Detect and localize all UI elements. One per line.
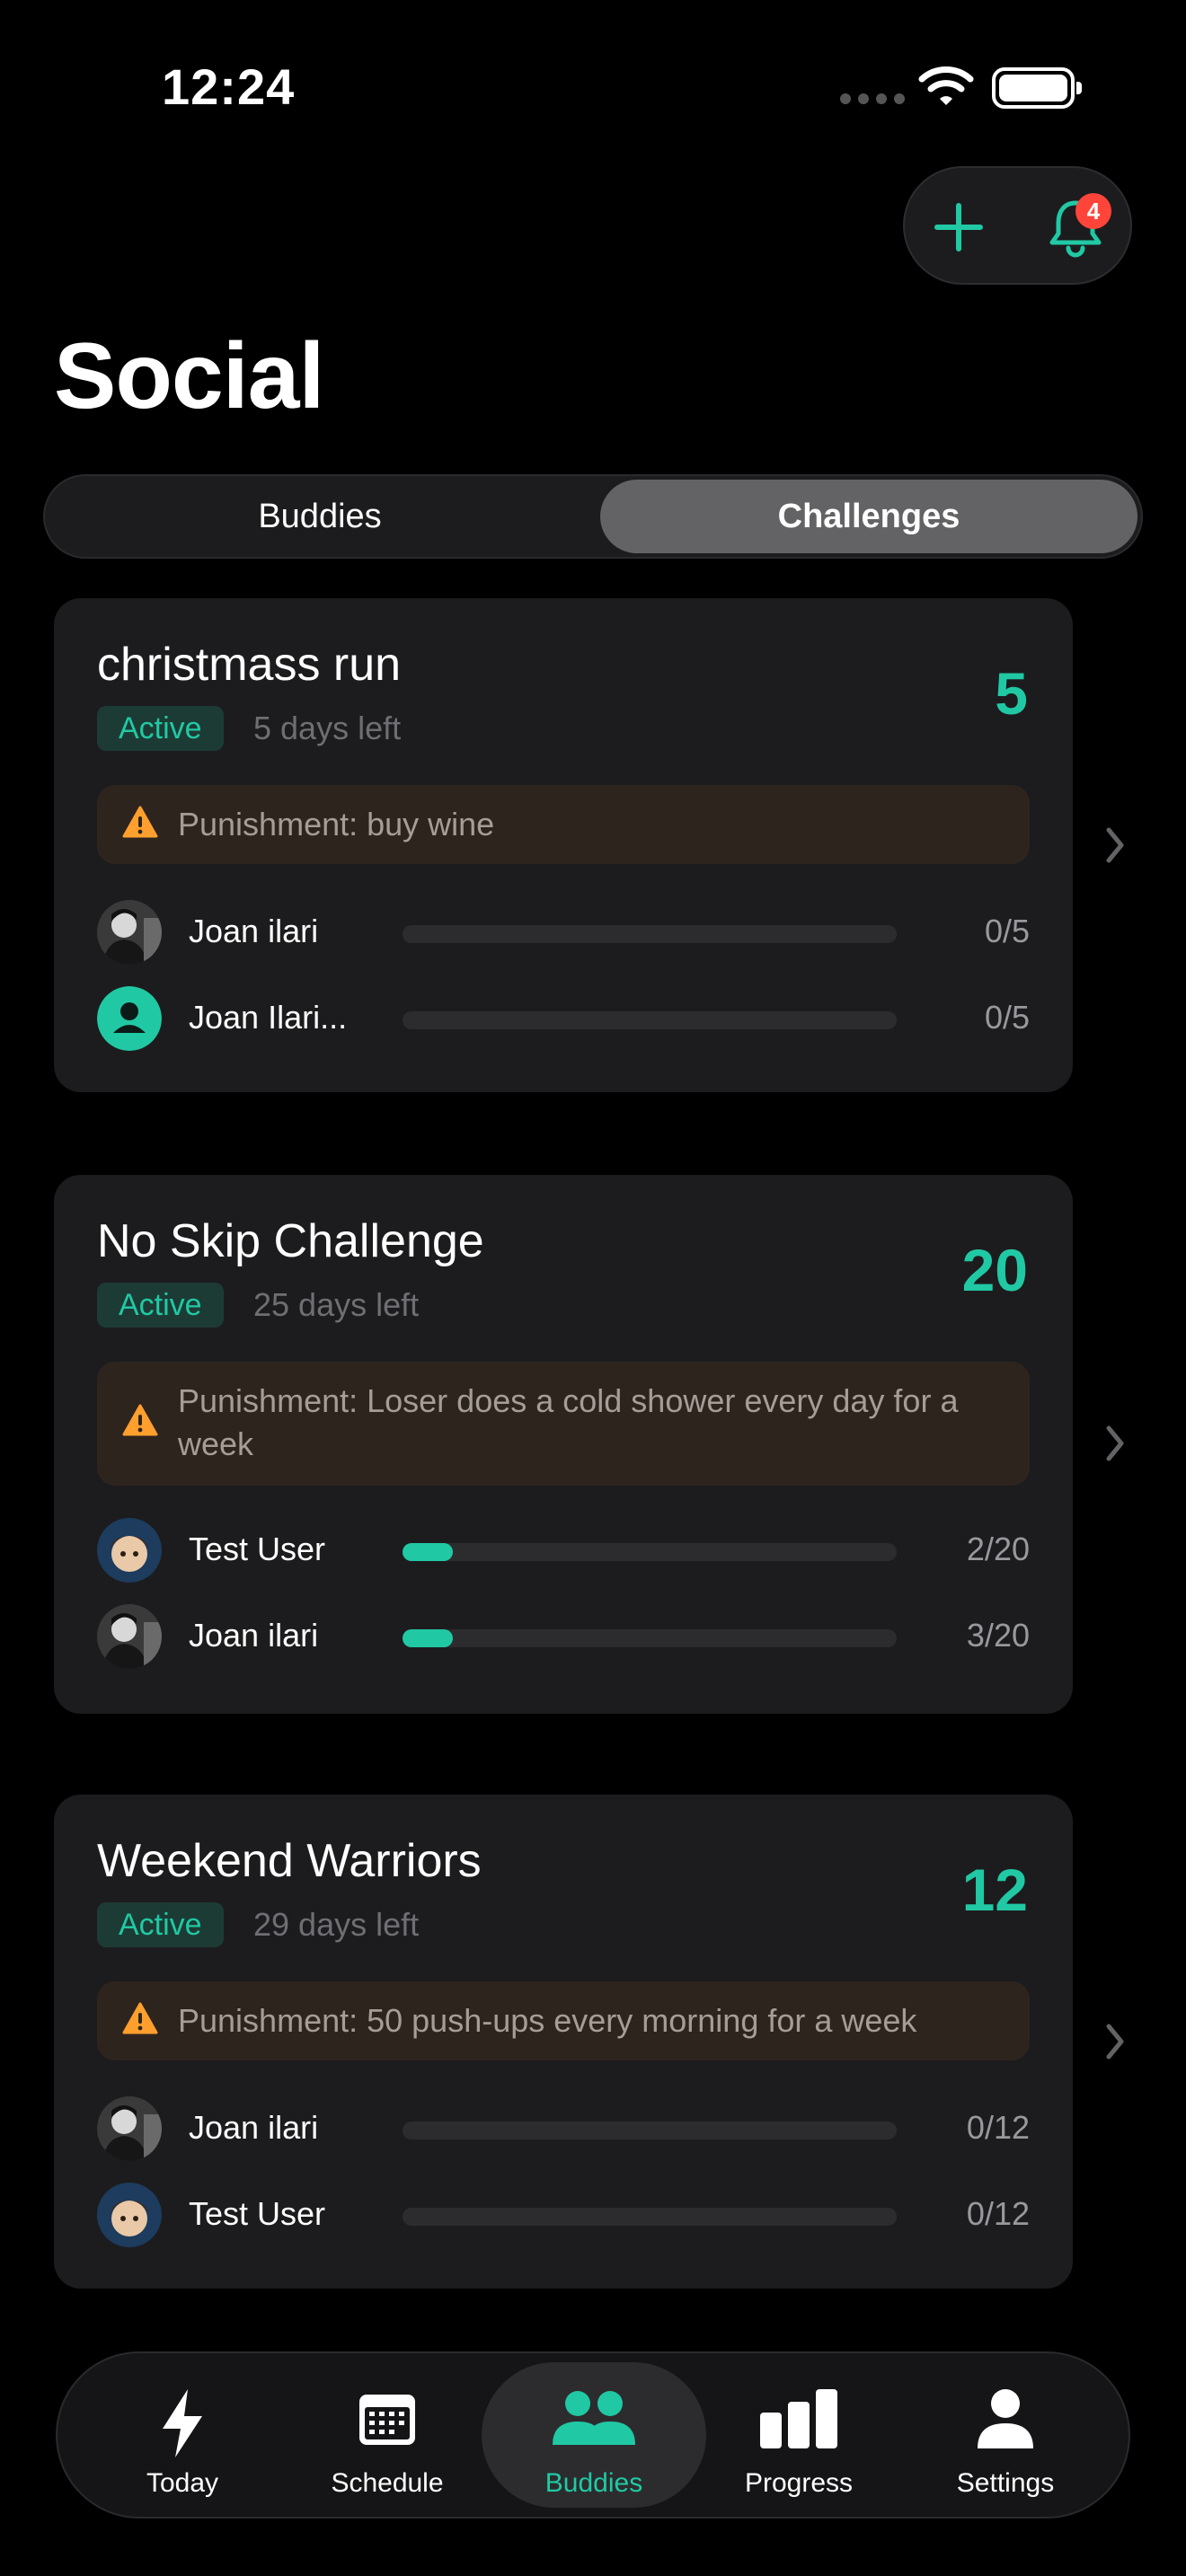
- battery-icon: [992, 67, 1082, 109]
- notifications-button[interactable]: 4: [1040, 191, 1111, 263]
- challenge-target: 5: [995, 660, 1028, 727]
- tab-label: Settings: [956, 2468, 1055, 2498]
- member-row: Joan ilari 0/5: [97, 900, 1030, 965]
- chevron-right-icon[interactable]: [1102, 1421, 1128, 1466]
- add-challenge-button[interactable]: [923, 191, 995, 263]
- progress-track: [403, 1543, 897, 1561]
- tab-buddies[interactable]: Buddies: [482, 2362, 706, 2508]
- tab-buddies[interactable]: Buddies: [50, 480, 589, 553]
- warning-icon: [122, 2002, 158, 2034]
- tab-label: Schedule: [331, 2468, 444, 2498]
- progress-text: 0/5: [984, 913, 1030, 949]
- member-row: Test User 0/12: [97, 2183, 1030, 2247]
- tab-label: Progress: [744, 2468, 854, 2498]
- member-row: Joan Ilari... 0/5: [97, 986, 1030, 1051]
- tab-settings[interactable]: Settings: [893, 2362, 1118, 2508]
- progress-text: 0/12: [966, 2109, 1030, 2146]
- segmented-control: Buddies Challenges: [43, 474, 1143, 559]
- tab-challenges[interactable]: Challenges: [600, 480, 1137, 553]
- avatar: [97, 2096, 162, 2161]
- punishment-text: Punishment: buy wine: [178, 806, 495, 842]
- chevron-right-icon[interactable]: [1102, 823, 1128, 868]
- status-badge: Active: [97, 1902, 224, 1947]
- progress-track: [403, 2122, 897, 2139]
- punishment-text: Punishment: 50 push-ups every morning fo…: [178, 2002, 917, 2039]
- notification-badge: 4: [1075, 193, 1111, 229]
- member-name: Joan ilari: [189, 1617, 319, 1654]
- punishment-text: Punishment: Loser does a cold shower eve…: [178, 1382, 959, 1462]
- tab-progress[interactable]: Progress: [686, 2362, 911, 2508]
- tab-schedule[interactable]: Schedule: [275, 2362, 500, 2508]
- progress-track: [403, 1629, 897, 1647]
- avatar: [97, 986, 162, 1051]
- member-row: Test User 2/20: [97, 1518, 1030, 1583]
- progress-text: 2/20: [966, 1531, 1030, 1567]
- calendar-icon: [359, 2395, 415, 2445]
- punishment-banner: Punishment: 50 push-ups every morning fo…: [97, 1981, 1030, 2060]
- challenge-target: 20: [961, 1237, 1028, 1303]
- challenge-target: 12: [961, 1857, 1028, 1923]
- tab-label: Buddies: [544, 2468, 643, 2498]
- progress-fill: [403, 1629, 453, 1647]
- member-name: Joan ilari: [189, 913, 319, 949]
- bar-chart-icon: [760, 2389, 837, 2448]
- progress-text: 0/5: [984, 999, 1030, 1036]
- challenge-title: No Skip Challenge: [97, 1215, 484, 1267]
- member-row: Joan ilari 0/12: [97, 2096, 1030, 2161]
- status-badge: Active: [97, 1283, 224, 1328]
- progress-text: 0/12: [966, 2195, 1030, 2232]
- tab-label: Today: [146, 2468, 219, 2498]
- member-name: Joan ilari: [189, 2109, 319, 2146]
- challenge-card[interactable]: christmass run 5 Active 5 days left Puni…: [54, 598, 1073, 1092]
- status-time: 12:24: [162, 58, 296, 115]
- avatar: [97, 1604, 162, 1669]
- days-left: 25 days left: [253, 1286, 420, 1323]
- challenge-title: Weekend Warriors: [97, 1835, 482, 1887]
- status-badge: Active: [97, 706, 224, 751]
- days-left: 29 days left: [253, 1906, 420, 1943]
- days-left: 5 days left: [253, 710, 402, 746]
- avatar: [97, 900, 162, 965]
- progress-fill: [403, 1543, 453, 1561]
- wifi-icon: [918, 66, 974, 105]
- page-title: Social: [54, 324, 324, 428]
- progress-track: [403, 1011, 897, 1029]
- warning-icon: [122, 806, 158, 838]
- person-icon: [978, 2389, 1033, 2448]
- plus-icon: [934, 203, 983, 251]
- punishment-banner: Punishment: buy wine: [97, 785, 1030, 864]
- avatar: [97, 1518, 162, 1583]
- status-bar: 12:24: [0, 0, 1186, 171]
- member-row: Joan ilari 3/20: [97, 1604, 1030, 1669]
- challenge-card[interactable]: Weekend Warriors 12 Active 29 days left …: [54, 1795, 1073, 2289]
- member-name: Test User: [189, 2195, 326, 2232]
- tab-today[interactable]: Today: [70, 2362, 295, 2508]
- member-name: Test User: [189, 1531, 326, 1567]
- cellular-signal-icon: [840, 93, 905, 104]
- challenge-title: christmass run: [97, 639, 402, 691]
- bolt-icon: [163, 2389, 202, 2457]
- warning-icon: [122, 1404, 158, 1436]
- people-icon: [553, 2391, 635, 2445]
- tab-bar: Today Schedule Buddies Progress Settings: [56, 2351, 1130, 2519]
- challenge-card[interactable]: No Skip Challenge 20 Active 25 days left…: [54, 1175, 1073, 1714]
- member-name: Joan Ilari...: [189, 999, 348, 1036]
- avatar: [97, 2183, 162, 2247]
- progress-track: [403, 2208, 897, 2226]
- progress-track: [403, 925, 897, 943]
- punishment-banner: Punishment: Loser does a cold shower eve…: [97, 1362, 1030, 1486]
- progress-text: 3/20: [966, 1617, 1030, 1654]
- header-actions: 4: [903, 166, 1132, 285]
- chevron-right-icon[interactable]: [1102, 2019, 1128, 2064]
